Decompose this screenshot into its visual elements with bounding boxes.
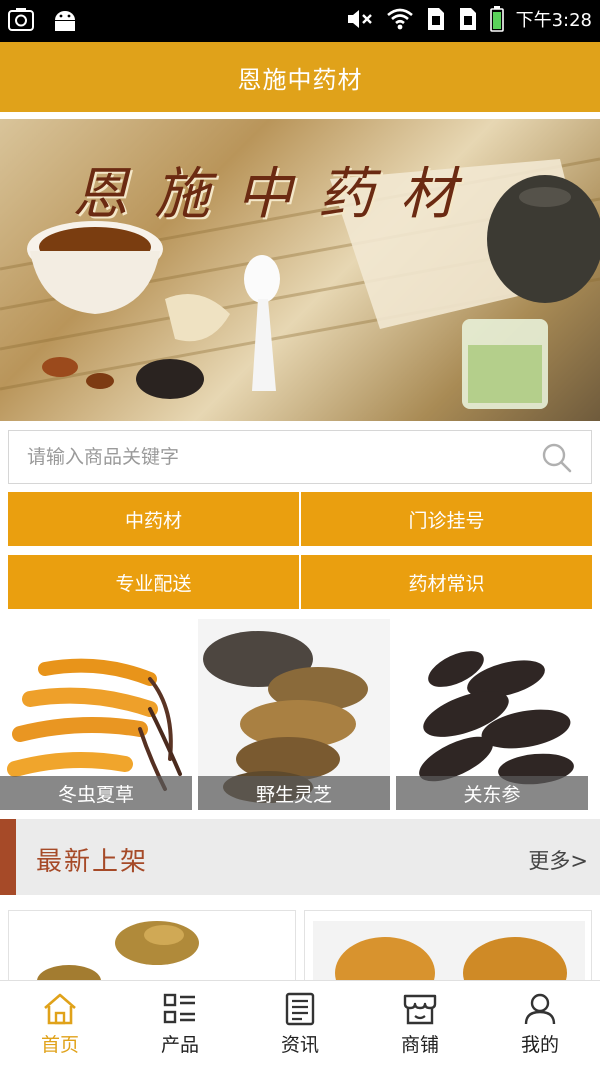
status-time: 下午3:28 — [515, 10, 592, 31]
search-input[interactable] — [9, 431, 529, 483]
featured-caption: 冬虫夏草 — [0, 776, 192, 810]
news-icon — [285, 992, 315, 1025]
nav-me[interactable]: 我的 — [480, 981, 600, 1067]
nav-home[interactable]: 首页 — [0, 981, 120, 1067]
featured-item-sea-cucumber[interactable]: 关东参 — [396, 619, 588, 810]
featured-item-cordyceps[interactable]: 冬虫夏草 — [0, 619, 192, 810]
section-accent-bar — [0, 819, 16, 895]
nav-label: 商铺 — [400, 1033, 439, 1056]
banner-title: 恩施中药材 — [72, 162, 482, 227]
product-image — [37, 921, 199, 990]
shop-icon — [403, 994, 437, 1024]
featured-caption: 关东参 — [396, 776, 588, 810]
battery-icon — [489, 6, 504, 32]
page-title: 恩施中药材 — [237, 65, 363, 94]
mute-icon — [347, 10, 372, 28]
nav-label: 资讯 — [280, 1033, 319, 1056]
nav-label: 首页 — [40, 1033, 79, 1056]
product-card[interactable] — [304, 910, 592, 990]
product-image — [313, 921, 585, 990]
wifi-icon — [386, 8, 413, 30]
user-icon — [524, 993, 556, 1024]
nav-label: 我的 — [520, 1033, 559, 1056]
nav-label: 产品 — [160, 1033, 199, 1056]
search-icon[interactable] — [541, 442, 573, 474]
android-icon — [55, 11, 75, 31]
category-button-herbs[interactable]: 中药材 — [8, 492, 299, 546]
featured-caption: 野生灵芝 — [198, 776, 390, 810]
category-button-delivery[interactable]: 专业配送 — [8, 555, 299, 609]
banner-image[interactable]: 恩施中药材 — [0, 119, 600, 421]
search-box[interactable] — [8, 430, 592, 484]
nav-products[interactable]: 产品 — [120, 981, 240, 1067]
nav-shops[interactable]: 商铺 — [360, 981, 480, 1067]
sim-icon — [459, 8, 476, 30]
bottom-navigation: 首页 产品 资讯 商铺 我的 — [0, 980, 600, 1067]
nav-news[interactable]: 资讯 — [240, 981, 360, 1067]
screenshot-icon — [8, 8, 34, 31]
product-list-icon — [163, 993, 195, 1023]
product-card[interactable] — [8, 910, 296, 990]
category-button-knowledge[interactable]: 药材常识 — [301, 555, 592, 609]
section-title: 最新上架 — [36, 847, 149, 877]
section-header-new-arrivals: 最新上架 更多> — [0, 819, 600, 895]
home-icon — [44, 993, 76, 1024]
featured-item-lingzhi[interactable]: 野生灵芝 — [198, 619, 390, 810]
more-link[interactable]: 更多> — [528, 845, 588, 875]
category-button-registration[interactable]: 门诊挂号 — [301, 492, 592, 546]
sim-icon — [427, 8, 444, 30]
app-header: 恩施中药材 — [0, 42, 600, 112]
status-bar: 下午3:28 — [0, 0, 600, 42]
